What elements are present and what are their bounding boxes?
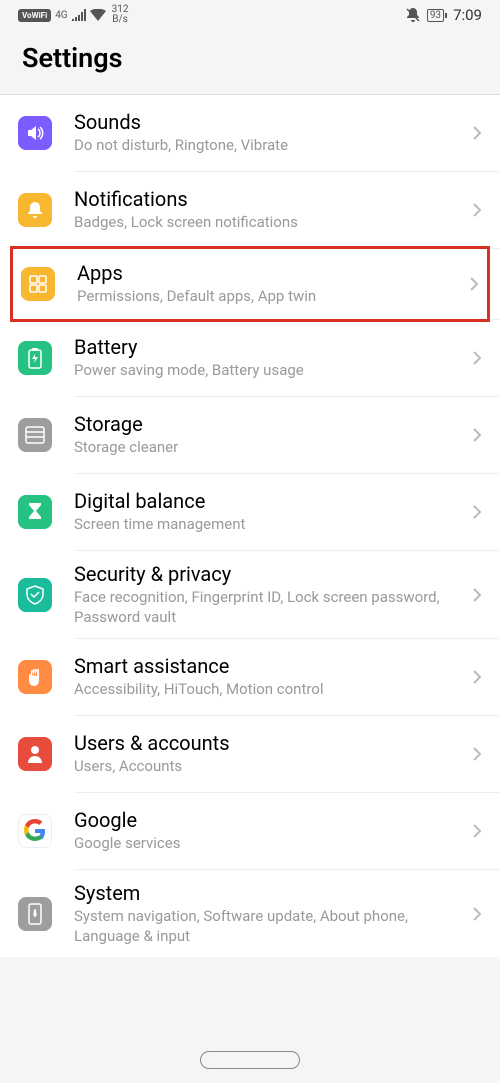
chevron-right-icon <box>472 587 482 603</box>
row-title: Notifications <box>74 187 464 211</box>
chevron-right-icon <box>472 906 482 922</box>
page-title: Settings <box>22 42 478 74</box>
battery-level: 93 <box>427 9 444 22</box>
shield-icon <box>18 578 52 612</box>
row-title: Storage <box>74 412 464 436</box>
sound-icon <box>18 116 52 150</box>
row-title: Battery <box>74 335 464 359</box>
row-subtitle: Badges, Lock screen notifications <box>74 213 464 233</box>
row-subtitle: Power saving mode, Battery usage <box>74 361 464 381</box>
row-title: Users & accounts <box>74 731 464 755</box>
mute-icon <box>405 7 421 23</box>
row-subtitle: Face recognition, Fingerprint ID, Lock s… <box>74 588 464 627</box>
system-icon: i <box>18 897 52 931</box>
row-security[interactable]: Security & privacy Face recognition, Fin… <box>0 551 500 638</box>
row-subtitle: Do not disturb, Ringtone, Vibrate <box>74 136 464 156</box>
network-type: 4G <box>55 10 67 21</box>
chevron-right-icon <box>472 202 482 218</box>
home-indicator[interactable] <box>200 1051 300 1069</box>
row-subtitle: Screen time management <box>74 515 464 535</box>
page-header: Settings <box>0 30 500 94</box>
row-subtitle: Storage cleaner <box>74 438 464 458</box>
storage-icon <box>18 418 52 452</box>
row-subtitle: Permissions, Default apps, App twin <box>77 287 461 307</box>
status-bar: VoWiFi 4G 312 B/s 93 7:09 <box>0 0 500 30</box>
apps-icon <box>21 267 55 301</box>
row-title: Digital balance <box>74 489 464 513</box>
row-subtitle: Accessibility, HiTouch, Motion control <box>74 680 464 700</box>
row-title: Google <box>74 808 464 832</box>
row-smart-assistance[interactable]: Smart assistance Accessibility, HiTouch,… <box>0 639 500 715</box>
speed-unit: B/s <box>112 15 128 25</box>
clock: 7:09 <box>453 6 482 24</box>
chevron-right-icon <box>472 427 482 443</box>
battery-icon <box>18 341 52 375</box>
row-digital-balance[interactable]: Digital balance Screen time management <box>0 474 500 550</box>
chevron-right-icon <box>472 504 482 520</box>
row-sounds[interactable]: Sounds Do not disturb, Ringtone, Vibrate <box>0 95 500 171</box>
row-google[interactable]: Google Google services <box>0 793 500 869</box>
hand-icon <box>18 660 52 694</box>
vowifi-badge: VoWiFi <box>18 9 51 22</box>
battery-indicator: 93 <box>427 9 447 22</box>
svg-text:i: i <box>34 909 36 918</box>
row-notifications[interactable]: Notifications Badges, Lock screen notifi… <box>0 172 500 248</box>
row-title: Security & privacy <box>74 562 464 586</box>
chevron-right-icon <box>472 125 482 141</box>
signal-icon <box>72 9 86 21</box>
chevron-right-icon <box>472 746 482 762</box>
row-subtitle: Google services <box>74 834 464 854</box>
row-battery[interactable]: Battery Power saving mode, Battery usage <box>0 320 500 396</box>
row-title: Sounds <box>74 110 464 134</box>
row-apps[interactable]: Apps Permissions, Default apps, App twin <box>10 246 490 322</box>
chevron-right-icon <box>472 350 482 366</box>
row-title: System <box>74 881 464 905</box>
hourglass-icon <box>18 495 52 529</box>
row-subtitle: Users, Accounts <box>74 757 464 777</box>
row-users-accounts[interactable]: Users & accounts Users, Accounts <box>0 716 500 792</box>
row-system[interactable]: i System System navigation, Software upd… <box>0 870 500 957</box>
row-title: Smart assistance <box>74 654 464 678</box>
row-title: Apps <box>77 261 461 285</box>
google-icon <box>18 814 52 848</box>
row-subtitle: System navigation, Software update, Abou… <box>74 907 464 946</box>
chevron-right-icon <box>472 669 482 685</box>
bell-icon <box>18 193 52 227</box>
chevron-right-icon <box>472 823 482 839</box>
settings-list[interactable]: Sounds Do not disturb, Ringtone, Vibrate… <box>0 94 500 957</box>
chevron-right-icon <box>469 276 479 292</box>
row-storage[interactable]: Storage Storage cleaner <box>0 397 500 473</box>
wifi-icon <box>90 9 106 21</box>
person-icon <box>18 737 52 771</box>
